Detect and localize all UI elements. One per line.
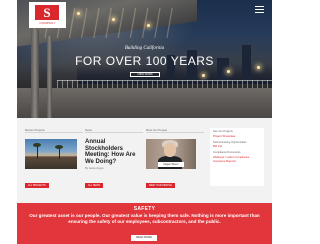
news-headline[interactable]: Annual Stockholders Meeting: How Are We … (85, 139, 143, 165)
quick-links-card: See Our Projects Project Showcase Subcon… (210, 128, 264, 186)
palm-trunk (37, 145, 38, 159)
deck (17, 88, 272, 118)
safety-body: Our greatest asset is our people. Our gr… (29, 213, 260, 224)
hero-title: FOR OVER 100 YEARS (75, 54, 214, 68)
light (77, 12, 80, 15)
meet-our-people-card: Meet Our People Megan Zherer MEET OUR PE… (146, 128, 204, 188)
logo-wordmark: COMPANY (39, 21, 56, 25)
palm-top (55, 145, 63, 149)
news-byline: By Jamie Angus (85, 167, 104, 170)
all-news-button[interactable]: ALL NEWS (85, 183, 104, 188)
safety-title: SAFETY (133, 206, 156, 212)
bid-list-link[interactable]: Bid List (213, 144, 261, 148)
pillar (31, 30, 39, 118)
hero-subtitle: Building California (124, 46, 165, 51)
page: S COMPANY Building California FOR OVER 1… (17, 0, 272, 244)
project-image[interactable] (25, 139, 77, 169)
all-projects-button[interactable]: ALL PROJECTS (25, 183, 49, 188)
hamburger-menu-icon[interactable] (255, 6, 264, 13)
light (227, 70, 230, 73)
meet-our-people-button[interactable]: MEET OUR PEOPLE (146, 183, 175, 188)
photo-face (164, 143, 176, 157)
read-more-button[interactable]: READ MORE (131, 235, 157, 241)
feature-cards: Recent Projects ALL PROJECTS News Annual… (25, 128, 264, 188)
card-heading: Meet Our People (146, 128, 204, 133)
news-card: News Annual Stockholders Meeting: How Ar… (85, 128, 143, 188)
safety-section: SAFETY Our greatest asset is our people.… (17, 203, 272, 244)
view-work-button[interactable]: VIEW WORK (130, 72, 160, 77)
recent-projects-card: Recent Projects ALL PROJECTS (25, 128, 83, 188)
light (147, 24, 150, 27)
card-heading: News (85, 128, 143, 133)
light (112, 18, 115, 21)
insurance-reports-link[interactable]: Insurance Reports (213, 159, 261, 163)
palm-top (33, 143, 41, 147)
employee-name-tag: Megan Zherer (158, 162, 184, 167)
project-showcase-link[interactable]: Project Showcase (213, 134, 261, 138)
light (202, 74, 205, 77)
company-logo[interactable]: S COMPANY (29, 2, 66, 28)
hero-banner: S COMPANY Building California FOR OVER 1… (17, 0, 272, 118)
logo-mark: S (35, 5, 59, 20)
card-heading: Recent Projects (25, 128, 83, 133)
employee-photo[interactable]: Megan Zherer (146, 139, 196, 169)
